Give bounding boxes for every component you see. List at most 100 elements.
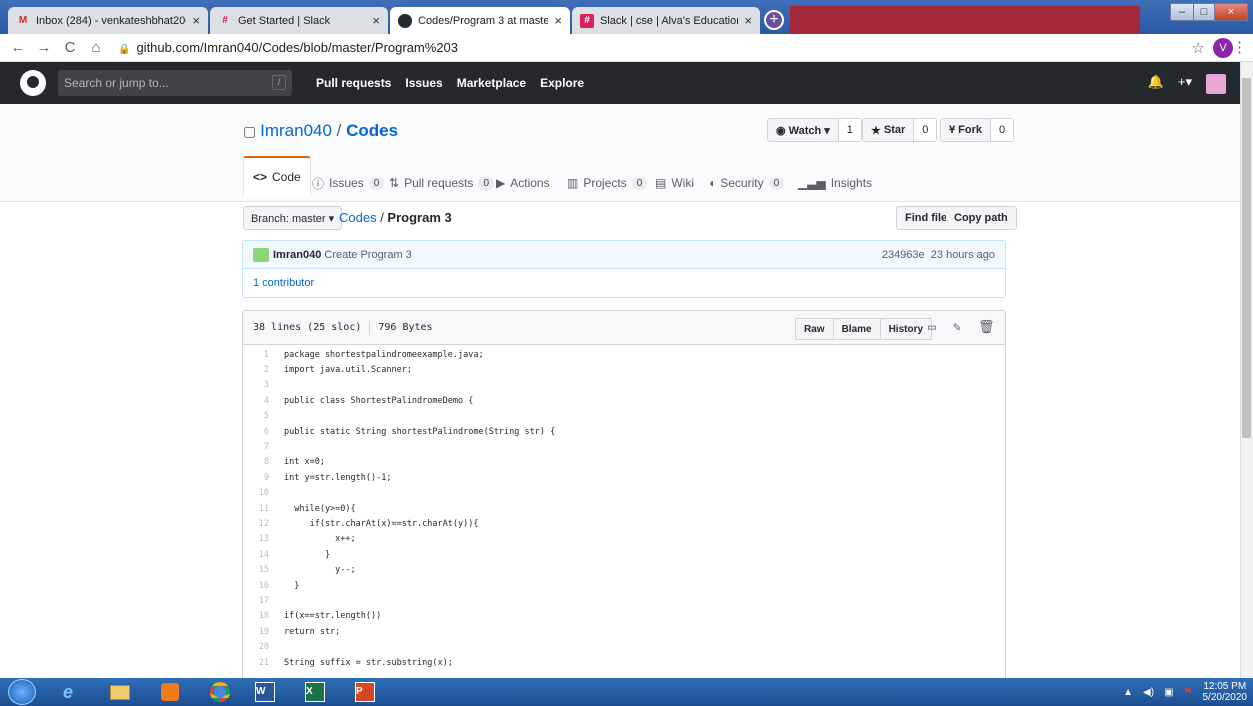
history-button[interactable]: History: [879, 318, 933, 340]
repo-owner-link[interactable]: Imran040: [260, 121, 332, 140]
bookmark-star-icon[interactable]: ☆: [1192, 39, 1205, 57]
line-number[interactable]: 13: [243, 534, 279, 544]
issue-icon: ⓘ: [312, 176, 325, 191]
create-new-icon[interactable]: +▾: [1178, 74, 1192, 94]
commit-author[interactable]: Imran040: [273, 249, 321, 261]
line-number[interactable]: 18: [243, 611, 279, 621]
blame-button[interactable]: Blame: [832, 318, 881, 340]
menu-icon[interactable]: ⋮: [1232, 38, 1247, 56]
line-number[interactable]: 10: [243, 488, 279, 498]
line-number[interactable]: 9: [243, 473, 279, 483]
close-icon[interactable]: ×: [192, 13, 200, 28]
tab-pull-requests[interactable]: ⇅ Pull requests 0: [389, 164, 494, 202]
line-number[interactable]: 21: [243, 658, 279, 668]
line-number[interactable]: 6: [243, 427, 279, 437]
contributors-link[interactable]: 1 contributor: [253, 277, 314, 289]
pencil-icon[interactable]: ✎: [953, 320, 961, 335]
notification-bell-icon[interactable]: 🔔: [1148, 74, 1164, 94]
internet-explorer-icon[interactable]: e: [48, 680, 88, 704]
tab-wiki[interactable]: ▤ Wiki: [655, 164, 694, 202]
line-number[interactable]: 14: [243, 550, 279, 560]
url-text: github.com/Imran040/Codes/blob/master/Pr…: [136, 40, 459, 55]
network-icon[interactable]: ▣: [1164, 687, 1173, 698]
trash-icon[interactable]: 🗑: [978, 320, 995, 335]
forward-icon[interactable]: →: [36, 39, 52, 56]
copy-path-button[interactable]: Copy path: [946, 206, 1017, 230]
tab-issues[interactable]: ⓘ Issues 0: [312, 164, 385, 202]
line-number[interactable]: 1: [243, 350, 279, 360]
line-number[interactable]: 7: [243, 442, 279, 452]
word-icon[interactable]: W: [245, 680, 285, 704]
tab-code[interactable]: <> Code: [243, 156, 311, 196]
close-window-button[interactable]: ×: [1214, 3, 1248, 21]
breadcrumb-file: Program 3: [387, 210, 452, 225]
line-number[interactable]: 11: [243, 504, 279, 514]
author-avatar[interactable]: [253, 247, 269, 262]
code-text: y--;: [284, 565, 356, 576]
tab-insights[interactable]: ▁▃▅ Insights: [798, 164, 872, 202]
user-avatar[interactable]: [1206, 74, 1226, 94]
close-icon[interactable]: ×: [744, 13, 752, 28]
home-icon[interactable]: ⌂: [88, 39, 104, 56]
github-logo-icon[interactable]: [20, 70, 46, 96]
commit-message[interactable]: Create Program 3: [324, 249, 411, 261]
breadcrumb-repo-link[interactable]: Codes: [339, 210, 377, 225]
maximize-button[interactable]: □: [1193, 3, 1215, 21]
line-number[interactable]: 19: [243, 627, 279, 637]
nav-explore[interactable]: Explore: [540, 76, 584, 90]
search-input[interactable]: Search or jump to... /: [58, 70, 292, 96]
line-number[interactable]: 5: [243, 411, 279, 421]
close-icon[interactable]: ×: [372, 13, 380, 28]
nav-issues[interactable]: Issues: [405, 76, 442, 90]
nav-marketplace[interactable]: Marketplace: [457, 76, 526, 90]
show-hidden-icons-icon[interactable]: ▲: [1123, 687, 1133, 698]
line-number[interactable]: 15: [243, 565, 279, 575]
tab-security[interactable]: ◖ Security 0: [708, 164, 785, 202]
browser-tab-github[interactable]: Codes/Program 3 at master · Imr ×: [390, 7, 570, 34]
chrome-icon[interactable]: [200, 680, 240, 704]
excel-icon[interactable]: X: [295, 680, 335, 704]
code-line: 7: [243, 439, 1005, 454]
line-number[interactable]: 3: [243, 380, 279, 390]
line-number[interactable]: 12: [243, 519, 279, 529]
minimize-button[interactable]: –: [1170, 3, 1194, 21]
line-number[interactable]: 17: [243, 596, 279, 606]
commit-sha[interactable]: 234963e: [882, 249, 925, 261]
scrollbar-thumb[interactable]: [1242, 78, 1251, 438]
reload-icon[interactable]: C: [62, 39, 78, 56]
volume-icon[interactable]: ◀): [1143, 687, 1154, 698]
back-icon[interactable]: ←: [10, 39, 26, 56]
fork-button[interactable]: Ұ Fork 0: [940, 118, 1015, 142]
tab-title: Inbox (284) - venkateshbhat2007: [36, 14, 187, 27]
browser-tab-slack-get-started[interactable]: # Get Started | Slack ×: [210, 7, 388, 34]
line-number[interactable]: 2: [243, 365, 279, 375]
fork-count[interactable]: 0: [989, 119, 1014, 141]
repo-name-link[interactable]: Codes: [346, 121, 398, 140]
watch-button[interactable]: ◉ Watch ▾ 1: [767, 118, 862, 142]
profile-avatar[interactable]: V: [1213, 38, 1233, 58]
clock[interactable]: 12:05 PM 5/20/2020: [1203, 681, 1248, 703]
browser-tab-gmail[interactable]: M Inbox (284) - venkateshbhat2007 ×: [8, 7, 208, 34]
branch-select[interactable]: Branch: master ▾: [243, 206, 343, 230]
new-tab-button[interactable]: +: [764, 10, 784, 30]
browser-tab-slack-cse[interactable]: # Slack | cse | Alva's Education Fou ×: [572, 7, 760, 34]
nav-pull-requests[interactable]: Pull requests: [316, 76, 391, 90]
tab-projects[interactable]: ▥ Projects 0: [567, 164, 648, 202]
star-button[interactable]: ★ Star 0: [862, 118, 938, 142]
powerpoint-icon[interactable]: P: [345, 680, 385, 704]
line-number[interactable]: 16: [243, 581, 279, 591]
file-explorer-icon[interactable]: [100, 680, 140, 704]
url-field[interactable]: 🔒 github.com/Imran040/Codes/blob/master/P…: [118, 40, 458, 55]
line-number[interactable]: 8: [243, 457, 279, 467]
desktop-icon[interactable]: ▭: [928, 320, 936, 335]
line-number[interactable]: 4: [243, 396, 279, 406]
close-icon[interactable]: ×: [554, 13, 562, 28]
media-player-icon[interactable]: [150, 680, 190, 704]
start-button[interactable]: [8, 679, 36, 705]
star-count[interactable]: 0: [913, 119, 937, 141]
action-center-flag-icon[interactable]: ⚑: [1184, 687, 1193, 698]
tab-actions[interactable]: ▶ Actions: [496, 164, 550, 202]
line-number[interactable]: 20: [243, 642, 279, 652]
raw-button[interactable]: Raw: [795, 318, 834, 340]
watch-count[interactable]: 1: [837, 119, 861, 141]
